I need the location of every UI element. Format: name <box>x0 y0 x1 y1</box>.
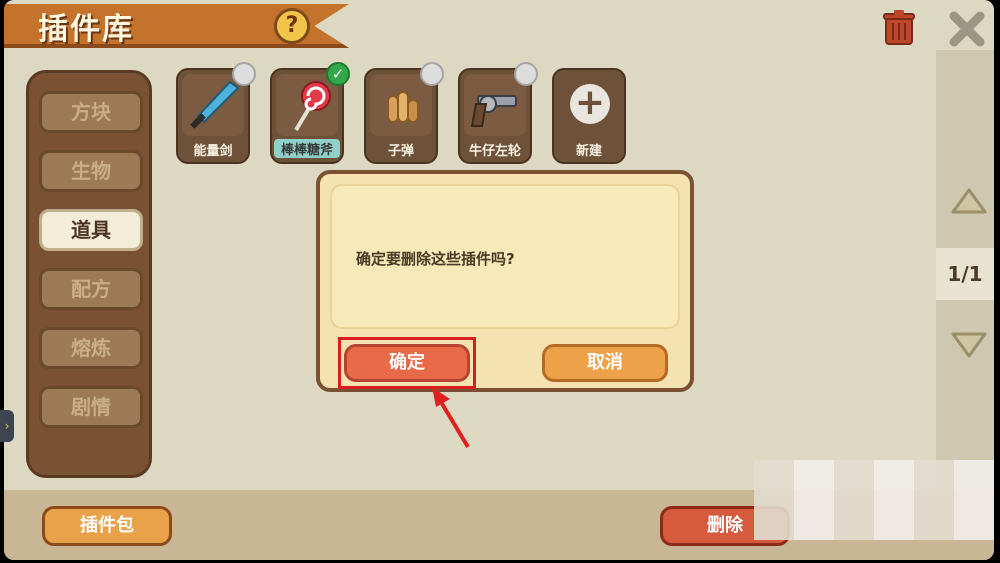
trash-icon[interactable] <box>882 10 916 46</box>
plugin-label: 能量剑 <box>193 144 233 159</box>
plugin-card-energy-sword[interactable]: 能量剑 <box>176 62 256 164</box>
revolver-icon <box>470 95 517 127</box>
confirm-button[interactable]: 确定 <box>344 344 470 382</box>
plugin-label: 子弹 <box>387 144 414 159</box>
select-checkbox[interactable] <box>514 62 538 86</box>
plugin-package-button[interactable]: 插件包 <box>42 506 172 546</box>
plugin-card-lollipop-axe[interactable]: 棒棒糖斧 ✓ <box>270 62 350 164</box>
dialog-message: 确定要删除这些插件吗? <box>356 250 515 268</box>
header: 插件库 ? <box>4 0 994 50</box>
cancel-button[interactable]: 取消 <box>542 344 668 382</box>
category-button-smelting[interactable]: 熔炼 <box>39 327 143 369</box>
page-title: 插件库 <box>38 12 134 47</box>
new-plugin-button[interactable]: + 新建 <box>552 68 626 164</box>
select-checkbox[interactable] <box>232 62 256 86</box>
close-icon[interactable] <box>948 10 986 48</box>
check-icon[interactable]: ✓ <box>326 62 350 86</box>
watermark-blur <box>754 460 994 540</box>
bullets-icon <box>387 91 419 123</box>
category-button-creatures[interactable]: 生物 <box>39 150 143 192</box>
category-button-recipes[interactable]: 配方 <box>39 268 143 310</box>
category-button-items[interactable]: 道具 <box>39 209 143 251</box>
confirm-delete-dialog: 确定要删除这些插件吗? 确定 取消 <box>316 170 694 392</box>
category-button-blocks[interactable]: 方块 <box>39 91 143 133</box>
plus-icon: + <box>570 84 610 124</box>
plugin-card-bullets[interactable]: 子弹 <box>364 62 444 164</box>
app-frame: 插件库 ? 方块 生物 道具 配方 熔炼 剧情 能量剑 棒棒糖斧 ✓ 子弹 牛仔… <box>4 0 994 560</box>
select-checkbox[interactable] <box>420 62 444 86</box>
page-up-arrow-icon[interactable] <box>949 186 989 216</box>
plugin-label: 牛仔左轮 <box>468 144 521 159</box>
page-down-arrow-icon[interactable] <box>949 330 989 360</box>
plugin-label: 棒棒糖斧 <box>274 139 340 158</box>
category-sidebar: 方块 生物 道具 配方 熔炼 剧情 <box>26 70 152 478</box>
dialog-body: 确定要删除这些插件吗? <box>330 184 680 329</box>
lollipop-icon <box>294 81 331 132</box>
pointer-arrow-icon <box>432 387 470 449</box>
expand-tab-icon[interactable]: › <box>0 410 14 442</box>
plugin-card-revolver[interactable]: 牛仔左轮 <box>458 62 538 164</box>
help-button[interactable]: ? <box>274 8 310 44</box>
sword-icon <box>190 80 240 129</box>
plugin-label: 新建 <box>575 144 602 159</box>
category-button-story[interactable]: 剧情 <box>39 386 143 428</box>
page-indicator: 1/1 <box>936 248 994 300</box>
